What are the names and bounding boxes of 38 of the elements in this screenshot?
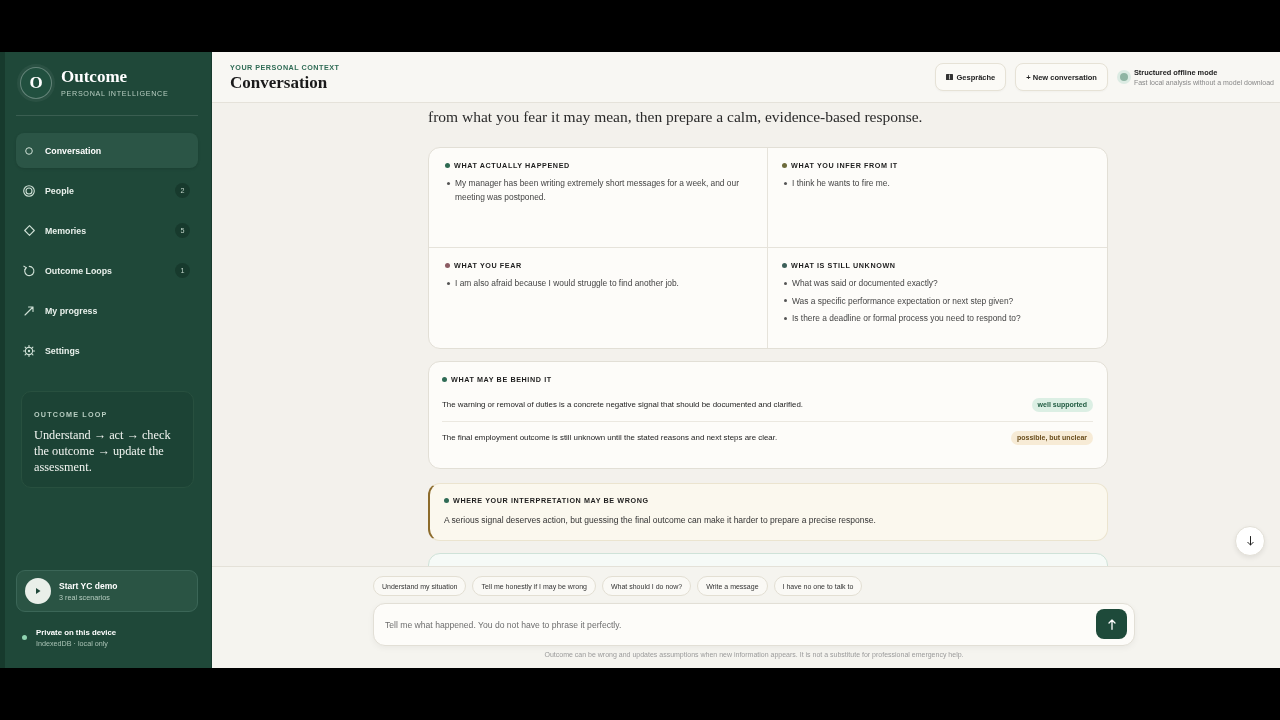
arrow-up-icon — [1107, 618, 1116, 630]
loop-text: Understand → act → check the outcome → update the assessment. — [34, 427, 172, 475]
caution-text: A serious signal deserves action, but guessing the final outcome can make it harder to prepare a precise response. — [444, 514, 877, 527]
arrow-down-icon — [1246, 536, 1254, 546]
list-item-text: My manager has been writing extremely short messages for a week, and our meeting was postponed. — [455, 177, 740, 204]
refresh-icon — [23, 264, 35, 277]
list-item-text: What was said or documented exactly? — [792, 277, 938, 290]
play-icon — [25, 578, 51, 604]
target-icon — [23, 184, 35, 197]
nav-item[interactable]: Settings — [16, 333, 198, 368]
settings-icon — [23, 344, 35, 357]
circle-icon — [25, 146, 33, 155]
bullet-icon — [784, 316, 787, 320]
scroll-down-button[interactable] — [1235, 526, 1265, 556]
arrow-icon — [24, 305, 34, 316]
book-icon — [946, 74, 954, 80]
list-item-text: I am also afraid because I would struggle to find another job. — [455, 277, 679, 290]
bullet-icon — [784, 299, 787, 302]
logo-badge: O — [20, 67, 52, 99]
diamond-icon — [23, 225, 35, 236]
bullet-icon — [784, 281, 787, 285]
bullet-icon — [447, 281, 450, 285]
list-item-text: Is there a deadline or formal process you need to respond to? — [792, 312, 1021, 325]
list-item-text: Was a specific performance expectation or next step given? — [792, 294, 1014, 308]
intro-text: from what you fear it may mean, then prepare a calm, evidence-based response. — [428, 107, 924, 127]
bullet-icon — [784, 181, 787, 185]
send-button[interactable] — [1096, 609, 1127, 639]
section-dot-icon — [444, 498, 449, 503]
list-item-text: I think he wants to fire me. — [792, 177, 890, 190]
brand-name: Outcome — [61, 68, 129, 86]
nav-item[interactable]: Conversation — [16, 133, 198, 168]
status-dot-icon — [1119, 73, 1128, 81]
status-dot-icon — [22, 635, 27, 640]
page-title: Conversation — [230, 73, 329, 92]
section-dot-icon — [442, 377, 447, 382]
message-field[interactable]: Tell me what happened. You do not have to phrase it perfectly. — [373, 603, 1135, 646]
bullet-icon — [447, 181, 450, 185]
nav-item[interactable]: My progress — [16, 293, 198, 328]
